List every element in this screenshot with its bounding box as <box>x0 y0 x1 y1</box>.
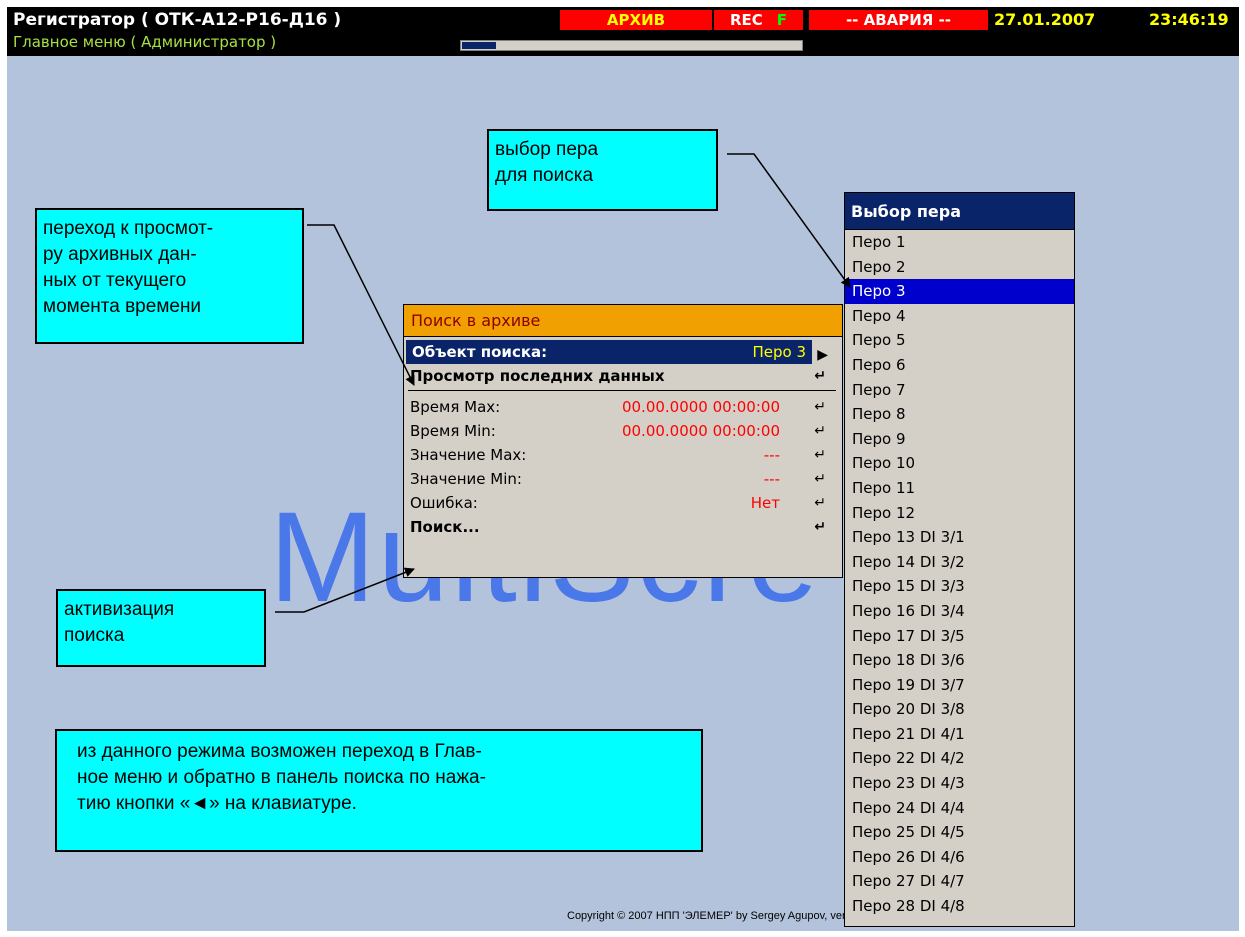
enter-icon: ↵ <box>814 368 826 384</box>
search-panel-title: Поиск в архиве <box>404 305 842 337</box>
status-bar: Регистратор ( ОТК-А12-Р16-Д16 ) Главное … <box>7 7 1239 56</box>
search-object-label: Объект поиска: <box>412 343 548 361</box>
rec-badge: REC F <box>714 10 803 30</box>
search-field-label: Значение Min: <box>410 470 522 488</box>
callout-line: тию кнопки «◄» на клавиатуре. <box>77 793 357 814</box>
search-field-label: Значение Max: <box>410 446 527 464</box>
progress-fill <box>462 42 497 49</box>
callout-line: момента времени <box>43 296 202 317</box>
search-fields: Время Max: 00.00.0000 00:00:00 ↵ Время Min:… <box>404 395 842 515</box>
search-field-value: --- <box>763 446 780 464</box>
pen-list-item[interactable]: Перо 3 <box>845 279 1074 304</box>
callout-view-latest: переход к просмот-ру архивных дан-ных от… <box>35 208 304 344</box>
pen-list-item[interactable]: Перо 8 <box>845 402 1074 427</box>
callout-line: переход к просмот- <box>43 218 214 239</box>
rec-flag: F <box>776 11 788 29</box>
pen-list-item[interactable]: Перо 25 DI 4/5 <box>845 820 1074 845</box>
callout-line: ных от текущего <box>43 270 187 291</box>
callout-line: из данного режима возможен переход в Гла… <box>77 741 482 762</box>
callout-info: из данного режима возможен переход в Гла… <box>55 729 703 852</box>
view-latest-row[interactable]: Просмотр последних данных ↵ <box>404 364 842 388</box>
callout-pen-select: выбор пера для поиска <box>487 129 718 211</box>
callout-line: для поиска <box>495 165 594 186</box>
pen-list-item[interactable]: Перо 9 <box>845 427 1074 452</box>
time-display: 23:46:19 <box>1149 10 1229 29</box>
callout-line: ру архивных дан- <box>43 244 197 265</box>
archive-search-panel: Поиск в архиве Объект поиска: Перо 3 ▶ П… <box>403 304 843 578</box>
callout-line: активизация <box>64 599 175 620</box>
pen-list-item[interactable]: Перо 4 <box>845 304 1074 329</box>
menu-subtitle: Главное меню ( Администратор ) <box>13 33 277 51</box>
search-object-row[interactable]: Объект поиска: Перо 3 <box>406 340 812 364</box>
callout-line: выбор пера <box>495 139 599 160</box>
pen-list-item[interactable]: Перо 26 DI 4/6 <box>845 845 1074 870</box>
pen-list-item[interactable]: Перо 10 <box>845 451 1074 476</box>
search-field-row[interactable]: Время Min: 00.00.0000 00:00:00 ↵ <box>404 419 842 443</box>
pen-list-item[interactable]: Перо 5 <box>845 328 1074 353</box>
pen-list-item[interactable]: Перо 20 DI 3/8 <box>845 697 1074 722</box>
archive-badge: АРХИВ <box>560 10 712 30</box>
pen-list-item[interactable]: Перо 19 DI 3/7 <box>845 673 1074 698</box>
search-field-row[interactable]: Значение Max: --- ↵ <box>404 443 842 467</box>
pen-list-item[interactable]: Перо 24 DI 4/4 <box>845 796 1074 821</box>
pen-list-title: Выбор пера <box>845 193 1074 230</box>
enter-icon: ↵ <box>814 423 826 439</box>
pen-list-item[interactable]: Перо 28 DI 4/8 <box>845 894 1074 919</box>
progress-bar <box>460 40 803 51</box>
search-object-value: Перо 3 <box>752 343 806 361</box>
enter-icon: ↵ <box>814 495 826 511</box>
pen-list-item[interactable]: Перо 23 DI 4/3 <box>845 771 1074 796</box>
callout-activate-search: активизация поиска <box>56 589 266 667</box>
pen-items: Перо 1 Перо 2 Перо 3 Перо 4 Перо 5 Перо 6 Перо… <box>845 230 1074 919</box>
device-title: Регистратор ( ОТК-А12-Р16-Д16 ) <box>13 10 342 30</box>
pen-list-item[interactable]: Перо 11 <box>845 476 1074 501</box>
pen-list-item[interactable]: Перо 7 <box>845 378 1074 403</box>
pen-list-item[interactable]: Перо 6 <box>845 353 1074 378</box>
search-action-label: Поиск... <box>410 518 480 536</box>
pen-list-item[interactable]: Перо 27 DI 4/7 <box>845 869 1074 894</box>
search-field-value: 00.00.0000 00:00:00 <box>621 422 780 440</box>
pen-list-item[interactable]: Перо 21 DI 4/1 <box>845 722 1074 747</box>
pen-list-item[interactable]: Перо 15 DI 3/3 <box>845 574 1074 599</box>
divider <box>408 390 836 391</box>
pen-list-item[interactable]: Перо 14 DI 3/2 <box>845 550 1074 575</box>
search-field-row[interactable]: Значение Min: --- ↵ <box>404 467 842 491</box>
search-field-row[interactable]: Ошибка: Нет ↵ <box>404 491 842 515</box>
enter-icon: ↵ <box>814 519 826 535</box>
pen-select-list: Выбор пера Перо 1 Перо 2 Перо 3 Перо 4 Перо … <box>844 192 1075 927</box>
pen-list-item[interactable]: Перо 2 <box>845 255 1074 280</box>
pen-list-item[interactable]: Перо 12 <box>845 501 1074 526</box>
view-latest-label: Просмотр последних данных <box>410 367 665 385</box>
search-field-label: Ошибка: <box>410 494 478 512</box>
enter-icon: ↵ <box>814 471 826 487</box>
date-display: 27.01.2007 <box>994 10 1096 29</box>
enter-icon: ↵ <box>814 447 826 463</box>
search-field-label: Время Min: <box>410 422 496 440</box>
search-field-value: Нет <box>750 494 780 512</box>
rec-label: REC <box>729 11 763 29</box>
pen-list-item[interactable]: Перо 13 DI 3/1 <box>845 525 1074 550</box>
search-field-label: Время Max: <box>410 398 501 416</box>
alarm-badge: -- АВАРИЯ -- <box>809 10 988 30</box>
pen-list-item[interactable]: Перо 18 DI 3/6 <box>845 648 1074 673</box>
search-field-row[interactable]: Время Max: 00.00.0000 00:00:00 ↵ <box>404 395 842 419</box>
callout-line: поиска <box>64 625 125 646</box>
pen-list-item[interactable]: Перо 22 DI 4/2 <box>845 746 1074 771</box>
search-field-value: 00.00.0000 00:00:00 <box>621 398 780 416</box>
callout-line: ное меню и обратно в панель поиска по на… <box>77 767 486 788</box>
pen-list-item[interactable]: Перо 16 DI 3/4 <box>845 599 1074 624</box>
recorder-screen: Регистратор ( ОТК-А12-Р16-Д16 ) Главное … <box>7 7 1239 931</box>
search-action-row[interactable]: Поиск... ↵ <box>404 515 842 539</box>
pen-list-item[interactable]: Перо 1 <box>845 230 1074 255</box>
pen-list-item[interactable]: Перо 17 DI 3/5 <box>845 624 1074 649</box>
search-field-value: --- <box>763 470 780 488</box>
enter-icon: ↵ <box>814 399 826 415</box>
